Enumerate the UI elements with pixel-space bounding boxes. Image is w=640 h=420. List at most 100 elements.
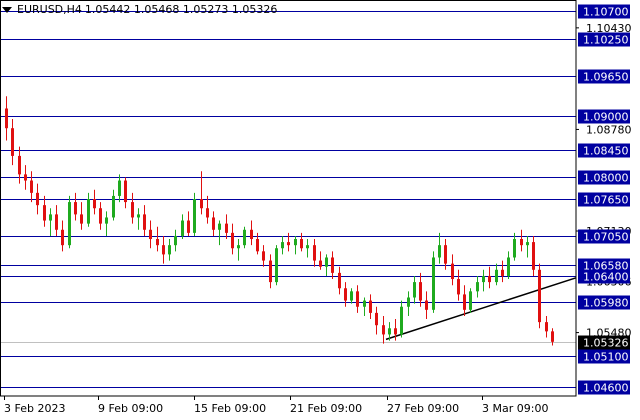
level-label: 1.06400	[583, 271, 629, 284]
candle-body	[495, 269, 498, 283]
candle-body	[99, 208, 102, 224]
candle-body	[193, 199, 196, 233]
candle-body	[143, 214, 146, 230]
price-axis: 1.104301.087801.071301.054801.038301.063…	[576, 4, 632, 395]
candle-body	[225, 223, 228, 233]
candle-body	[174, 235, 177, 246]
candle-body	[112, 195, 115, 218]
candle-body	[206, 208, 209, 218]
candle-body	[294, 239, 297, 246]
candle-body	[80, 214, 83, 224]
candle-body	[444, 245, 447, 264]
chart-window[interactable]: 1.104301.087801.071301.054801.038301.063…	[0, 0, 640, 420]
candle-body	[181, 220, 184, 236]
candle-body	[200, 199, 203, 209]
candle-body	[363, 300, 366, 307]
candle-body	[388, 328, 391, 335]
time-tick-label: 27 Feb 09:00	[387, 402, 459, 415]
candle-body	[269, 260, 272, 283]
candle-body	[344, 288, 347, 301]
candle-body	[124, 180, 127, 203]
candle-body	[68, 202, 71, 246]
candle-body	[338, 272, 341, 289]
candle-body	[520, 239, 523, 246]
candle-body	[11, 128, 14, 156]
candle-body	[325, 257, 328, 267]
candle-body	[457, 279, 460, 295]
candle-body	[476, 282, 479, 292]
level-label: 1.10250	[583, 34, 629, 47]
candle-body	[137, 214, 140, 218]
candle-body	[187, 220, 190, 233]
candle-body	[168, 245, 171, 255]
candle-body	[162, 245, 165, 255]
time-axis: 3 Feb 2023 9 Feb 09:00 15 Feb 09:00 21 Feb …	[4, 396, 548, 415]
level-label: 1.07050	[583, 231, 629, 244]
candle-body	[131, 202, 134, 218]
horizontal-level-lines	[0, 11, 576, 388]
candle-body	[105, 217, 108, 224]
candle-body	[74, 202, 77, 215]
symbol-label: EURUSD,H4	[17, 3, 82, 16]
candle-body	[93, 199, 96, 209]
level-label: 1.07650	[583, 194, 629, 207]
candle-body	[369, 300, 372, 313]
candle-body	[463, 294, 466, 310]
level-label: 1.09650	[583, 71, 629, 84]
candle-body	[394, 328, 397, 335]
candle-body	[262, 251, 265, 261]
time-tick-label: 9 Feb 09:00	[98, 402, 163, 415]
chart-header: EURUSD,H4 1.05442 1.05468 1.05273 1.0532…	[2, 3, 277, 16]
candle-body	[432, 257, 435, 310]
candle-body	[319, 260, 322, 267]
level-label: 1.09000	[583, 111, 629, 124]
candle-body	[356, 291, 359, 307]
candle-body	[313, 245, 316, 261]
candle-body	[382, 325, 385, 335]
level-label: 1.05100	[583, 351, 629, 364]
candle-body	[469, 291, 472, 310]
candle-body	[18, 155, 21, 175]
candle-body	[413, 282, 416, 298]
candle-body	[156, 239, 159, 246]
time-tick-label: 15 Feb 09:00	[194, 402, 266, 415]
candle-body	[375, 312, 378, 326]
level-label: 1.08000	[583, 172, 629, 185]
candle-body	[400, 306, 403, 335]
candle-body	[419, 282, 422, 301]
candle-body	[231, 232, 234, 249]
time-tick-label: 3 Feb 2023	[4, 402, 65, 415]
candle-body	[118, 180, 121, 196]
candle-body	[43, 205, 46, 221]
candle-body	[526, 242, 529, 246]
time-tick-label: 21 Feb 09:00	[290, 402, 362, 415]
candle-body	[350, 291, 353, 301]
candlestick-series	[5, 96, 554, 346]
candle-body	[218, 223, 221, 230]
price-chart[interactable]: 1.104301.087801.071301.054801.038301.063…	[0, 0, 640, 420]
candle-body	[250, 229, 253, 240]
candle-body	[538, 269, 541, 323]
candle-body	[425, 300, 428, 310]
price-tick-label: 1.08780	[586, 123, 632, 136]
candle-body	[488, 275, 491, 283]
candle-body	[438, 245, 441, 258]
candle-body	[275, 248, 278, 283]
candle-body	[256, 239, 259, 252]
candle-body	[300, 239, 303, 249]
plot-border	[0, 0, 577, 397]
candle-body	[507, 257, 510, 276]
level-label: 1.05980	[583, 297, 629, 310]
ohlc-readout: 1.05442 1.05468 1.05273 1.05326	[84, 3, 278, 16]
candle-body	[501, 269, 504, 276]
candle-body	[287, 242, 290, 246]
candle-body	[5, 108, 8, 129]
candle-body	[243, 229, 246, 246]
candle-body	[306, 245, 309, 249]
candle-body	[513, 239, 516, 258]
candle-body	[407, 297, 410, 307]
current-price-label: 1.05326	[583, 337, 629, 350]
collapse-triangle-icon[interactable]	[2, 6, 12, 13]
candle-body	[49, 214, 52, 221]
candle-body	[61, 229, 64, 246]
